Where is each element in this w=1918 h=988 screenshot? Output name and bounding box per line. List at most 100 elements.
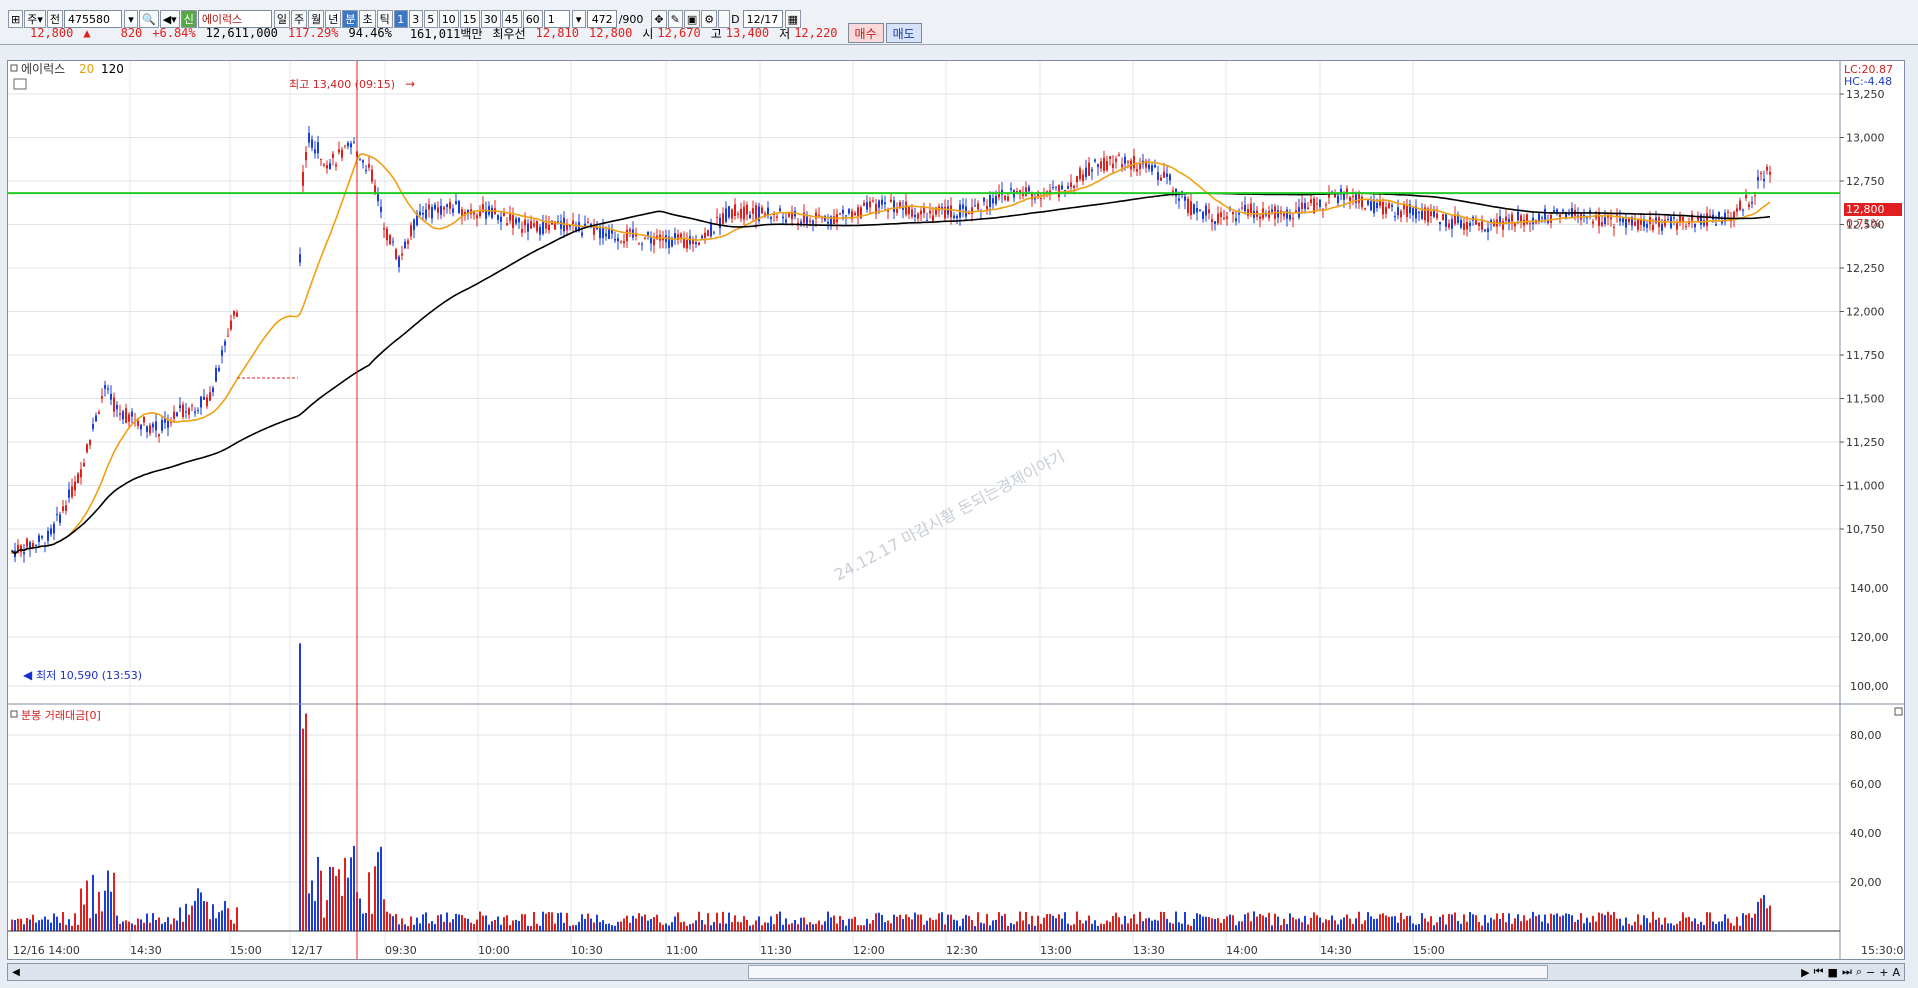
volume-bar	[650, 918, 652, 931]
sell-button[interactable]: 매도	[885, 23, 922, 43]
candle-body	[746, 204, 748, 215]
candle-body	[1148, 164, 1150, 169]
candle-body	[191, 405, 193, 407]
volume-bar	[230, 919, 232, 931]
table-icon[interactable]	[13, 78, 27, 90]
forward-icon[interactable]: ⏭	[1842, 965, 1852, 979]
volume-bar	[122, 921, 124, 931]
volume-bar	[1007, 925, 1009, 931]
volume-bar	[1505, 922, 1507, 931]
legend-collapse-icon[interactable]	[10, 64, 18, 72]
candle-body	[158, 434, 160, 437]
zoom-icon[interactable]: ⌕	[1856, 965, 1862, 979]
candle-body	[1196, 208, 1198, 213]
candle-body	[1463, 223, 1465, 231]
zoom-out-icon[interactable]: −	[1866, 966, 1875, 979]
candle-body	[89, 440, 91, 445]
buy-button[interactable]: 매수	[847, 23, 884, 43]
volume-bar	[11, 919, 13, 931]
candle-body	[383, 228, 385, 230]
scroll-prev-icon[interactable]: ▶	[1801, 966, 1809, 979]
chart-area[interactable]: 에이럭스 20 120 LC:20.87 HC:-4.48 최고 13,400 …	[7, 60, 1905, 960]
scroll-left-icon[interactable]: ◀	[8, 964, 24, 980]
auto-icon[interactable]: A	[1892, 966, 1900, 979]
volume-bar	[473, 924, 475, 931]
volume-panel-title: 분봉 거래대금[0]	[21, 709, 101, 722]
volume-bar	[1166, 918, 1168, 931]
volume-bar	[1691, 921, 1693, 931]
candle-body	[1091, 169, 1093, 172]
candle-body	[386, 228, 388, 241]
candle-body	[713, 232, 715, 234]
volume-bar	[23, 924, 25, 931]
candle-body	[320, 158, 322, 160]
volume-collapse-icon[interactable]	[10, 710, 18, 718]
candle-body	[1376, 202, 1378, 209]
candle-body	[1766, 166, 1768, 171]
candle-body	[143, 417, 145, 423]
volume-bar	[743, 916, 745, 931]
volume-bar	[65, 924, 67, 931]
volume-bar	[869, 923, 871, 931]
candle-body	[500, 216, 502, 222]
candle-body	[53, 523, 55, 534]
volume-bar	[1370, 916, 1372, 931]
volume-bar	[1157, 920, 1159, 931]
candle-body	[1481, 221, 1483, 230]
volume-bar	[956, 920, 958, 931]
rewind-icon[interactable]: ⏮	[1814, 965, 1824, 979]
volume-bar	[980, 922, 982, 931]
candle-body	[425, 209, 427, 219]
volume-bar	[1478, 921, 1480, 931]
volume-bar	[1355, 918, 1357, 931]
volume-panel-menu-icon[interactable]	[1894, 707, 1903, 716]
quote-bar: 12,800 ▲ 820 +6.84% 12,611,000 117.29% 9…	[8, 23, 924, 43]
volume-bar	[884, 922, 886, 931]
volume-bar	[494, 919, 496, 931]
volume-bar	[1322, 922, 1324, 931]
candle-body	[47, 530, 49, 541]
volume-bar	[998, 912, 1000, 931]
candle-body	[1178, 198, 1180, 201]
zoom-in-icon[interactable]: +	[1879, 966, 1888, 979]
volume-bar	[1730, 923, 1732, 931]
stop-icon[interactable]: ■	[1828, 966, 1838, 979]
volume-bar	[1736, 916, 1738, 931]
volume-bar	[1664, 917, 1666, 931]
candle-body	[1151, 165, 1153, 172]
candle-body	[179, 405, 181, 408]
stock-chart-svg[interactable]: 에이럭스 20 120 LC:20.87 HC:-4.48 최고 13,400 …	[8, 61, 1904, 959]
volume-bar	[1487, 922, 1489, 931]
volume-bar	[1106, 920, 1108, 931]
volume-bar	[833, 915, 835, 931]
volume-bar	[1268, 912, 1270, 931]
volume-bar	[161, 923, 163, 931]
volume-bar	[800, 917, 802, 931]
candle-body	[308, 132, 310, 143]
candle-body	[914, 215, 916, 218]
candle-body	[227, 335, 229, 337]
scroll-thumb[interactable]	[748, 965, 1548, 979]
volume-bar	[314, 901, 316, 931]
volume-bar	[953, 919, 955, 931]
volume-bar	[596, 914, 598, 931]
horizontal-scrollbar[interactable]: ◀ ▶ ⏮ ■ ⏭ ⌕ − + A	[7, 963, 1905, 981]
volume-bar	[491, 921, 493, 931]
candle-body	[734, 204, 736, 216]
volume-bar	[359, 898, 361, 931]
volume-bar	[173, 918, 175, 931]
candle-body	[755, 205, 757, 221]
volume-bar	[386, 911, 388, 931]
volume-bar	[878, 912, 880, 931]
volume-bar	[119, 923, 121, 931]
volume-bar	[419, 923, 421, 931]
candle-body	[833, 216, 835, 224]
candle-body	[80, 469, 82, 478]
volume-bar	[1409, 915, 1411, 931]
candle-body	[782, 216, 784, 219]
volume-bar	[1490, 917, 1492, 931]
candle-body	[329, 163, 331, 170]
candle-body	[872, 200, 874, 202]
watermark: 24.12.17 마감시황 돈되는경제이야기	[831, 447, 1068, 585]
last-price-label: 12,800	[1846, 203, 1885, 216]
